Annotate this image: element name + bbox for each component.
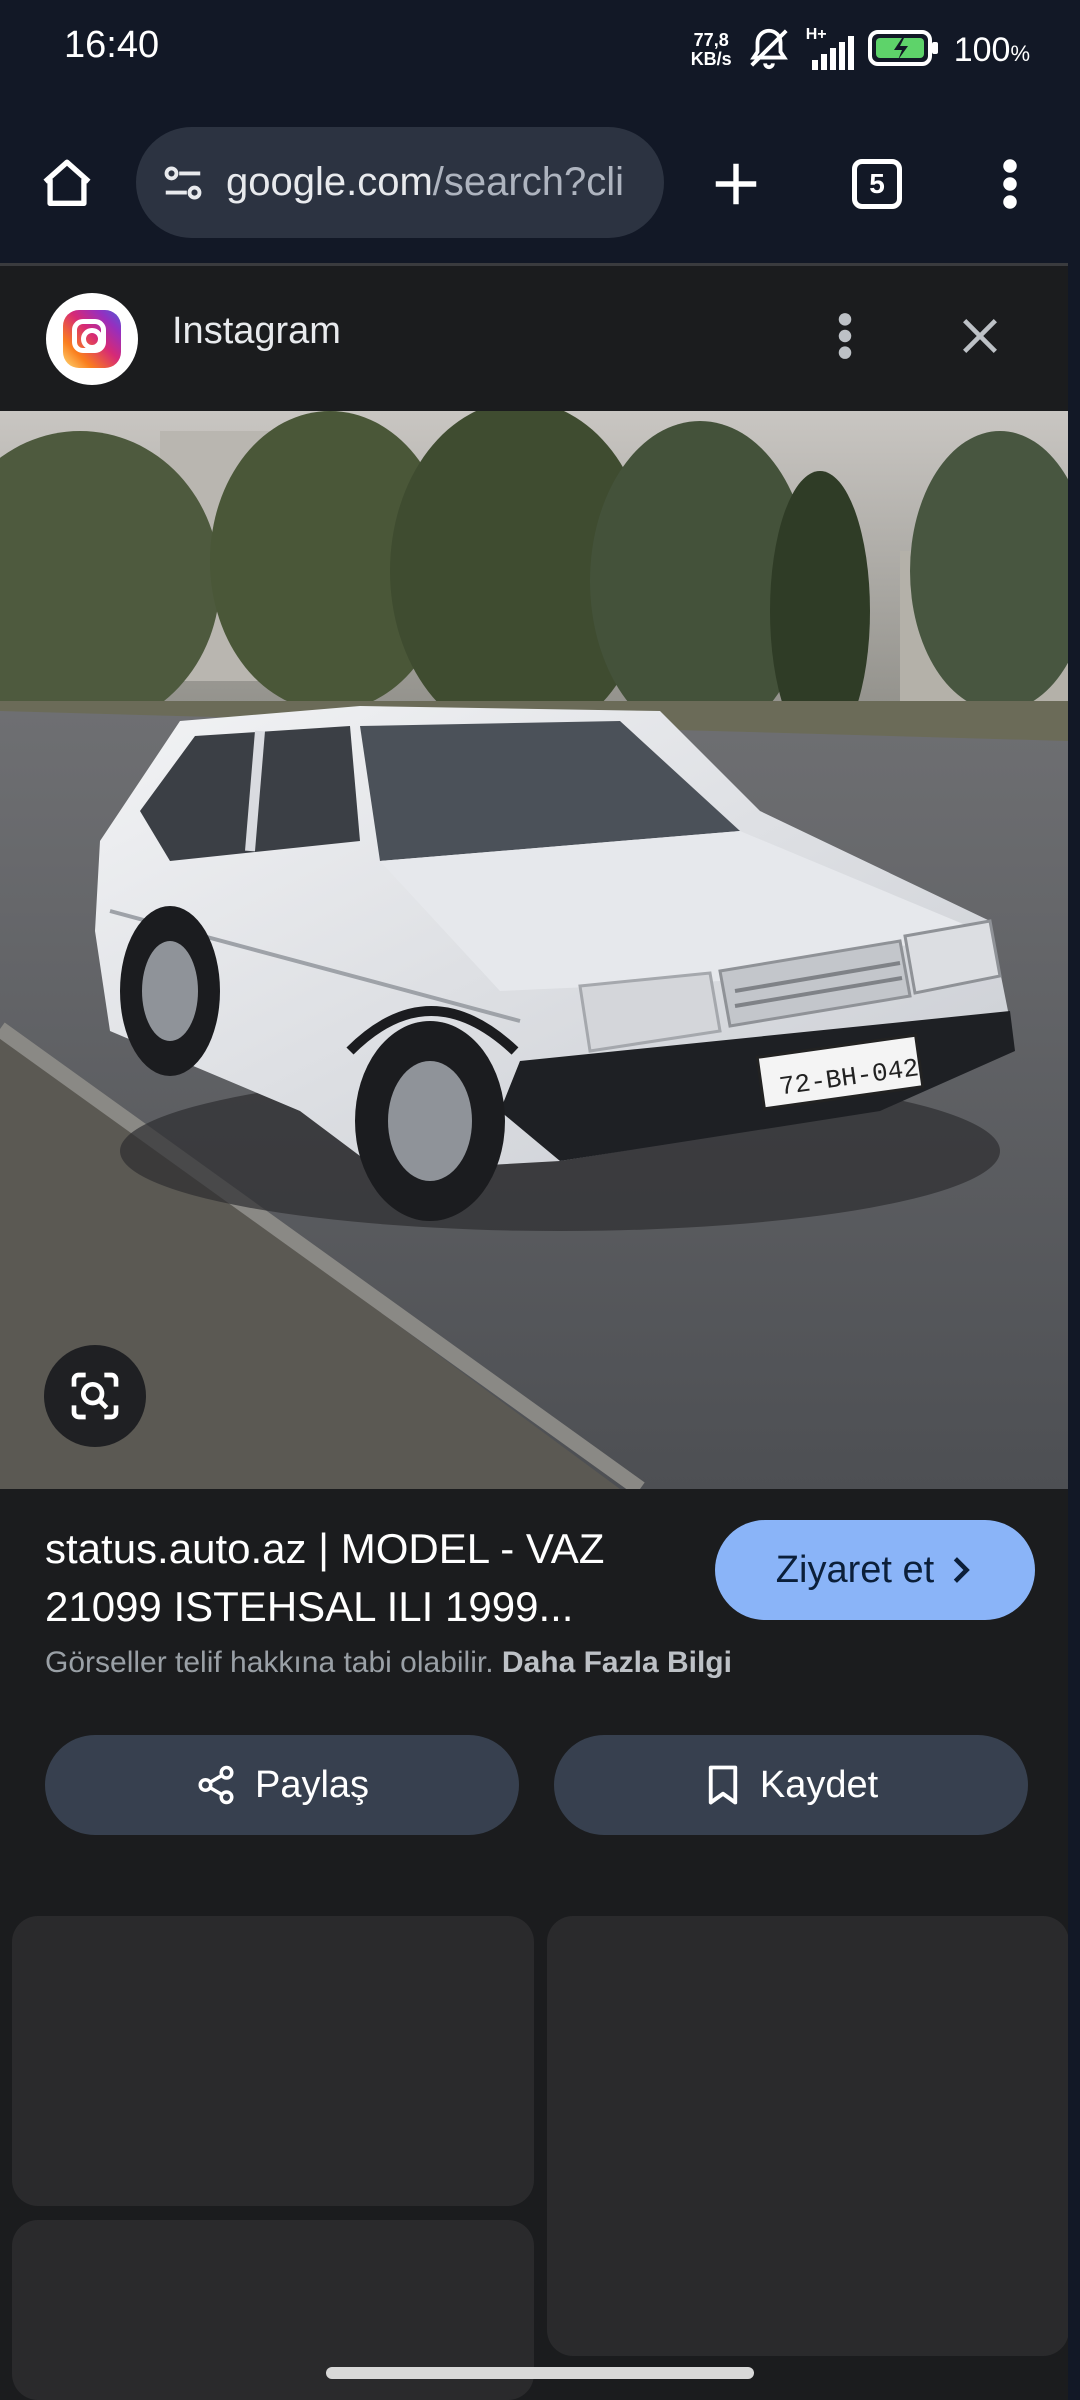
learn-more-link[interactable]: Daha Fazla Bilgi bbox=[502, 1646, 732, 1679]
home-indicator[interactable] bbox=[326, 2367, 754, 2379]
related-result-placeholder[interactable] bbox=[547, 1916, 1069, 2356]
overflow-menu-button[interactable] bbox=[970, 144, 1050, 224]
signal-icon: H+ bbox=[806, 26, 854, 70]
bookmark-icon bbox=[708, 1765, 738, 1805]
close-button[interactable] bbox=[940, 296, 1020, 376]
status-bar: 16:40 77,8 KB/s H+ 100% bbox=[0, 0, 1080, 100]
share-label: Paylaş bbox=[254, 1763, 370, 1806]
visit-label: Ziyaret et bbox=[775, 1548, 935, 1591]
url-path: /search?cli bbox=[432, 160, 624, 204]
battery-percent: 100% bbox=[953, 30, 1030, 69]
close-icon bbox=[963, 319, 997, 353]
share-button[interactable]: Paylaş bbox=[45, 1735, 519, 1835]
visit-button[interactable]: Ziyaret et bbox=[715, 1520, 1035, 1620]
source-more-button[interactable] bbox=[815, 296, 875, 376]
copyright-notice: Görseller telif hakkına tabi olabilir. D… bbox=[45, 1646, 732, 1680]
source-header: Instagram bbox=[0, 266, 1068, 411]
battery-icon bbox=[867, 28, 940, 73]
browser-toolbar: google.com/search?cli 5 bbox=[0, 100, 1080, 263]
share-icon bbox=[198, 1765, 234, 1805]
home-icon bbox=[43, 159, 91, 206]
more-vert-icon bbox=[1003, 159, 1017, 209]
result-image[interactable]: 72-BH-042 bbox=[0, 411, 1068, 1489]
more-vert-icon bbox=[838, 313, 852, 359]
lens-search-button[interactable] bbox=[44, 1345, 146, 1447]
source-name[interactable]: Instagram bbox=[172, 310, 341, 353]
car-photo: 72-BH-042 bbox=[0, 411, 1068, 1489]
site-settings-icon[interactable] bbox=[160, 160, 206, 206]
scrollbar bbox=[1068, 263, 1080, 2400]
net-speed-value: 77,8 bbox=[693, 30, 729, 50]
related-result-placeholder[interactable] bbox=[12, 1916, 534, 2206]
new-tab-button[interactable] bbox=[696, 144, 776, 224]
tab-count: 5 bbox=[852, 159, 902, 209]
network-type: H+ bbox=[805, 26, 827, 43]
url-host: google.com bbox=[226, 160, 433, 204]
status-time: 16:40 bbox=[64, 24, 160, 66]
muted-bell-icon bbox=[746, 25, 792, 76]
save-label: Kaydet bbox=[759, 1763, 879, 1806]
chevron-right-icon bbox=[953, 1557, 970, 1583]
instagram-logo-icon bbox=[63, 310, 121, 368]
lens-icon bbox=[71, 1372, 119, 1420]
source-avatar[interactable] bbox=[46, 293, 138, 385]
copyright-text: Görseller telif hakkına tabi olabilir. bbox=[45, 1646, 494, 1679]
url-bar[interactable]: google.com/search?cli bbox=[136, 127, 664, 238]
net-speed: 77,8 KB/s bbox=[691, 31, 732, 69]
tab-switcher-button[interactable]: 5 bbox=[837, 144, 917, 224]
home-button[interactable] bbox=[27, 144, 107, 224]
url-text[interactable]: google.com/search?cli bbox=[226, 160, 624, 205]
status-icons: 77,8 KB/s H+ 100% bbox=[691, 22, 1030, 78]
result-title[interactable]: status.auto.az | MODEL - VAZ 21099 ISTEH… bbox=[45, 1520, 705, 1636]
save-button[interactable]: Kaydet bbox=[554, 1735, 1028, 1835]
net-speed-unit: KB/s bbox=[690, 49, 732, 69]
plus-icon bbox=[715, 163, 757, 205]
